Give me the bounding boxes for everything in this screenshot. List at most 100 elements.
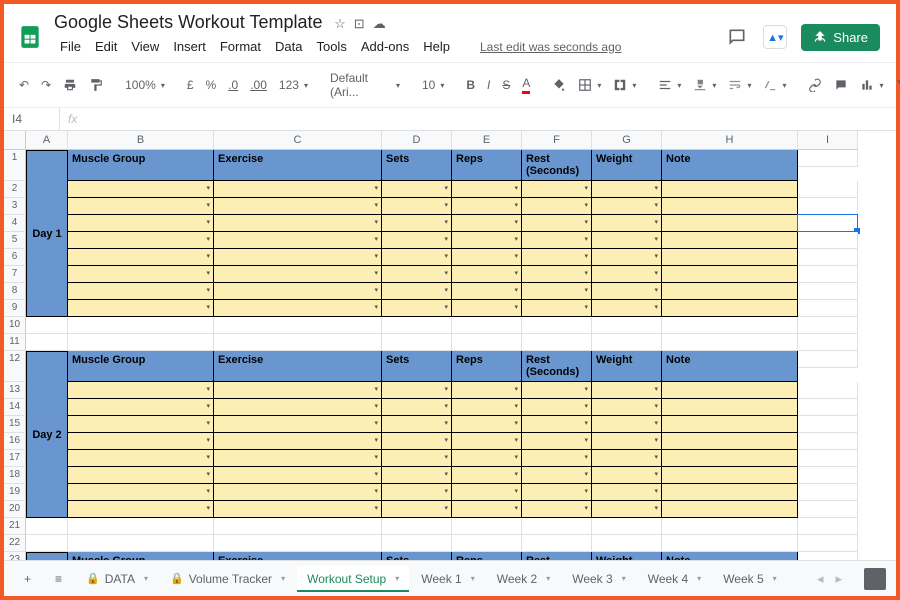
- dropdown-arrow-icon[interactable]: ▾: [654, 286, 658, 294]
- data-cell[interactable]: ▾: [452, 266, 522, 283]
- dropdown-arrow-icon[interactable]: ▾: [206, 385, 210, 393]
- row-header[interactable]: 21: [4, 518, 26, 535]
- merge-icon[interactable]: [608, 74, 641, 96]
- empty-cell[interactable]: [452, 535, 522, 552]
- data-cell[interactable]: [662, 283, 798, 300]
- row-header[interactable]: 11: [4, 334, 26, 351]
- last-edit-link[interactable]: Last edit was seconds ago: [474, 38, 627, 56]
- dropdown-arrow-icon[interactable]: ▾: [514, 286, 518, 294]
- all-sheets-button[interactable]: ≡: [45, 566, 72, 592]
- dropdown-arrow-icon[interactable]: ▾: [206, 487, 210, 495]
- dropdown-arrow-icon[interactable]: ▾: [584, 286, 588, 294]
- dropdown-arrow-icon[interactable]: ▾: [374, 385, 378, 393]
- data-cell[interactable]: [662, 266, 798, 283]
- data-cell[interactable]: ▾: [592, 232, 662, 249]
- data-cell[interactable]: ▾: [214, 399, 382, 416]
- empty-cell[interactable]: [26, 535, 68, 552]
- dropdown-arrow-icon[interactable]: ▾: [584, 201, 588, 209]
- data-cell[interactable]: [662, 249, 798, 266]
- data-cell[interactable]: ▾: [382, 382, 452, 399]
- data-cell[interactable]: ▾: [68, 484, 214, 501]
- table-header-cell[interactable]: Muscle Group: [68, 351, 214, 382]
- row-header[interactable]: 18: [4, 467, 26, 484]
- menu-add-ons[interactable]: Add-ons: [355, 37, 415, 56]
- dropdown-arrow-icon[interactable]: ▾: [584, 402, 588, 410]
- empty-cell[interactable]: [68, 317, 214, 334]
- empty-cell[interactable]: [798, 501, 858, 518]
- row-header[interactable]: 9: [4, 300, 26, 317]
- italic-button[interactable]: I: [482, 74, 495, 96]
- row-header[interactable]: 15: [4, 416, 26, 433]
- empty-cell[interactable]: [26, 317, 68, 334]
- data-cell[interactable]: ▾: [592, 181, 662, 198]
- dropdown-arrow-icon[interactable]: ▾: [584, 470, 588, 478]
- dropdown-arrow-icon[interactable]: ▾: [374, 470, 378, 478]
- fill-color-icon[interactable]: [547, 74, 571, 96]
- dropdown-arrow-icon[interactable]: ▾: [444, 303, 448, 311]
- sheet-tab[interactable]: Week 2: [487, 566, 560, 592]
- data-cell[interactable]: ▾: [522, 450, 592, 467]
- dropdown-arrow-icon[interactable]: ▾: [514, 436, 518, 444]
- data-cell[interactable]: ▾: [382, 266, 452, 283]
- sheet-tab[interactable]: Week 5: [713, 566, 786, 592]
- data-cell[interactable]: ▾: [214, 266, 382, 283]
- dropdown-arrow-icon[interactable]: ▾: [206, 252, 210, 260]
- data-cell[interactable]: ▾: [214, 198, 382, 215]
- dropdown-arrow-icon[interactable]: ▾: [514, 303, 518, 311]
- v-align-icon[interactable]: [688, 74, 721, 96]
- sheet-tab[interactable]: Week 3: [562, 566, 635, 592]
- dropdown-arrow-icon[interactable]: ▾: [444, 286, 448, 294]
- data-cell[interactable]: [662, 300, 798, 317]
- comment-icon[interactable]: [829, 74, 853, 96]
- dropdown-arrow-icon[interactable]: ▾: [514, 504, 518, 512]
- dropdown-arrow-icon[interactable]: ▾: [514, 470, 518, 478]
- data-cell[interactable]: ▾: [68, 450, 214, 467]
- data-cell[interactable]: ▾: [592, 249, 662, 266]
- column-header[interactable]: A: [26, 131, 68, 150]
- dropdown-arrow-icon[interactable]: ▾: [514, 487, 518, 495]
- data-cell[interactable]: ▾: [452, 399, 522, 416]
- data-cell[interactable]: ▾: [522, 266, 592, 283]
- dropdown-arrow-icon[interactable]: ▾: [514, 385, 518, 393]
- table-header-cell[interactable]: Weight: [592, 150, 662, 181]
- dropdown-arrow-icon[interactable]: ▾: [654, 419, 658, 427]
- empty-cell[interactable]: [592, 317, 662, 334]
- table-header-cell[interactable]: Exercise: [214, 351, 382, 382]
- data-cell[interactable]: ▾: [68, 181, 214, 198]
- day-label-cell[interactable]: Day 1: [26, 150, 68, 317]
- table-header-cell[interactable]: Exercise: [214, 150, 382, 181]
- add-sheet-button[interactable]: +: [14, 566, 41, 592]
- empty-cell[interactable]: [662, 334, 798, 351]
- table-header-cell[interactable]: Reps: [452, 150, 522, 181]
- empty-cell[interactable]: [798, 215, 858, 232]
- data-cell[interactable]: ▾: [522, 382, 592, 399]
- print-icon[interactable]: [58, 74, 82, 96]
- dropdown-arrow-icon[interactable]: ▾: [374, 269, 378, 277]
- empty-cell[interactable]: [452, 518, 522, 535]
- sheet-tab[interactable]: Workout Setup: [297, 566, 409, 592]
- dropdown-arrow-icon[interactable]: ▾: [584, 235, 588, 243]
- empty-cell[interactable]: [522, 518, 592, 535]
- dropdown-arrow-icon[interactable]: ▾: [374, 218, 378, 226]
- column-header[interactable]: I: [798, 131, 858, 150]
- dropdown-arrow-icon[interactable]: ▾: [444, 487, 448, 495]
- dropdown-arrow-icon[interactable]: ▾: [206, 470, 210, 478]
- data-cell[interactable]: ▾: [522, 181, 592, 198]
- data-cell[interactable]: ▾: [452, 382, 522, 399]
- table-header-cell[interactable]: [798, 351, 858, 368]
- row-header[interactable]: 20: [4, 501, 26, 518]
- dropdown-arrow-icon[interactable]: ▾: [374, 201, 378, 209]
- dropdown-arrow-icon[interactable]: ▾: [444, 470, 448, 478]
- data-cell[interactable]: ▾: [522, 300, 592, 317]
- row-header[interactable]: 5: [4, 232, 26, 249]
- paint-format-icon[interactable]: [84, 74, 108, 96]
- data-cell[interactable]: ▾: [68, 416, 214, 433]
- data-cell[interactable]: ▾: [382, 181, 452, 198]
- dropdown-arrow-icon[interactable]: ▾: [444, 436, 448, 444]
- data-cell[interactable]: ▾: [592, 198, 662, 215]
- data-cell[interactable]: ▾: [452, 450, 522, 467]
- data-cell[interactable]: ▾: [68, 467, 214, 484]
- dropdown-arrow-icon[interactable]: ▾: [374, 184, 378, 192]
- row-header[interactable]: 22: [4, 535, 26, 552]
- data-cell[interactable]: [662, 181, 798, 198]
